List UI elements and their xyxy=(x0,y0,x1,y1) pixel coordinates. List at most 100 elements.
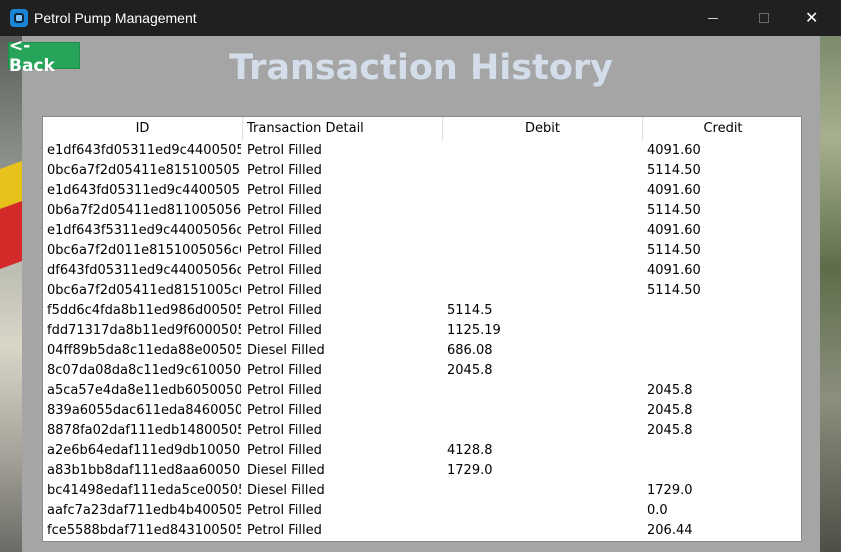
table-row[interactable]: a83b1bb8daf111ed8aa600505 Diesel Filled 17… xyxy=(43,461,801,481)
table-row[interactable]: 0b6a7f2d05411ed811005056c Petrol Filled 51… xyxy=(43,201,801,221)
table-row[interactable]: a5ca57e4da8e11edb60500505 Petrol Filled 20… xyxy=(43,381,801,401)
row-debit-cell: 5114.5 xyxy=(447,303,493,318)
row-debit-cell xyxy=(447,381,641,401)
column-header-id[interactable]: ID xyxy=(43,117,243,141)
row-debit-cell xyxy=(447,521,641,541)
table-row[interactable]: fce5588bdaf711ed843100505 Petrol Filled 20… xyxy=(43,521,801,541)
row-credit-cell xyxy=(647,361,797,381)
column-header-credit[interactable]: Credit xyxy=(643,117,801,141)
row-id-cell: bc41498edaf111eda5ce005056 xyxy=(47,483,241,498)
table-row[interactable]: f5dd6c4fda8b11ed986d005056 Petrol Filled 5… xyxy=(43,301,801,321)
row-detail-cell: Petrol Filled xyxy=(247,203,322,218)
row-debit-cell xyxy=(447,421,641,441)
table-row[interactable]: e1df643f5311ed9c44005056c0 Petrol Filled 4… xyxy=(43,221,801,241)
close-icon: ✕ xyxy=(805,8,819,27)
table-row[interactable]: 8878fa02daf111edb14800505 Petrol Filled 20… xyxy=(43,421,801,441)
maximize-button[interactable] xyxy=(740,0,786,36)
table-row[interactable]: a2e6b64edaf111ed9db100505 Petrol Filled 41… xyxy=(43,441,801,461)
row-debit-cell: 1125.19 xyxy=(447,323,501,338)
row-id-cell: 04ff89b5da8c11eda88e005056 xyxy=(47,343,241,358)
app-icon xyxy=(10,9,28,27)
row-debit-cell xyxy=(447,241,641,261)
row-credit-cell xyxy=(647,441,797,461)
row-detail-cell: Petrol Filled xyxy=(247,363,322,378)
row-credit-cell: 5114.50 xyxy=(647,243,701,258)
table-body: e1df643fd05311ed9c44005056 Petrol Filled 4… xyxy=(43,141,801,541)
row-detail-cell: Petrol Filled xyxy=(247,423,322,438)
table-row[interactable]: 0bc6a7f2d05411ed8151005c0 Petrol Filled 51… xyxy=(43,281,801,301)
row-credit-cell: 206.44 xyxy=(647,523,693,538)
row-debit-cell: 2045.8 xyxy=(447,363,493,378)
table-row[interactable]: df643fd05311ed9c44005056c0 Petrol Filled 4… xyxy=(43,261,801,281)
table-row[interactable]: 04ff89b5da8c11eda88e005056 Diesel Filled 6… xyxy=(43,341,801,361)
row-id-cell: fdd71317da8b11ed9f6000505 xyxy=(47,323,241,338)
title-bar: Petrol Pump Management ✕ xyxy=(0,0,841,36)
table-row[interactable]: bc41498edaf111eda5ce005056 Diesel Filled 1… xyxy=(43,481,801,501)
row-detail-cell: Diesel Filled xyxy=(247,483,325,498)
column-header-debit[interactable]: Debit xyxy=(443,117,643,141)
row-credit-cell: 2045.8 xyxy=(647,423,693,438)
row-id-cell: 0b6a7f2d05411ed811005056c xyxy=(47,203,241,218)
row-id-cell: df643fd05311ed9c44005056c0 xyxy=(47,263,241,278)
row-id-cell: 0bc6a7f2d05411ed8151005c0 xyxy=(47,283,241,298)
background-image-left xyxy=(0,36,22,552)
row-detail-cell: Diesel Filled xyxy=(247,463,325,478)
row-debit-cell xyxy=(447,481,641,501)
row-debit-cell xyxy=(447,201,641,221)
row-detail-cell: Petrol Filled xyxy=(247,323,322,338)
row-debit-cell xyxy=(447,221,641,241)
row-id-cell: f5dd6c4fda8b11ed986d005056 xyxy=(47,303,241,318)
row-credit-cell xyxy=(647,461,797,481)
row-debit-cell: 4128.8 xyxy=(447,443,493,458)
row-detail-cell: Petrol Filled xyxy=(247,183,322,198)
table-row[interactable]: fdd71317da8b11ed9f6000505 Petrol Filled 11… xyxy=(43,321,801,341)
page-title: Transaction History xyxy=(229,48,613,88)
row-id-cell: 0bc6a7f2d05411e8151005056 xyxy=(47,163,241,178)
row-id-cell: e1d643fd05311ed9c44005056 xyxy=(47,183,241,198)
table-row[interactable]: aafc7a23daf711edb4b4005056 Petrol Filled 0… xyxy=(43,501,801,521)
column-header-detail[interactable]: Transaction Detail xyxy=(243,117,443,141)
row-debit-cell: 1729.0 xyxy=(447,463,493,478)
table-row[interactable]: e1d643fd05311ed9c44005056 Petrol Filled 40… xyxy=(43,181,801,201)
table-row[interactable]: 839a6055dac611eda84600505 Petrol Filled 20… xyxy=(43,401,801,421)
close-button[interactable]: ✕ xyxy=(788,0,834,36)
row-detail-cell: Petrol Filled xyxy=(247,283,322,298)
row-credit-cell: 2045.8 xyxy=(647,403,693,418)
row-debit-cell xyxy=(447,401,641,421)
row-debit-cell: 686.08 xyxy=(447,343,493,358)
row-detail-cell: Petrol Filled xyxy=(247,443,322,458)
table-row[interactable]: 8c07da08da8c11ed9c6100505 Petrol Filled 20… xyxy=(43,361,801,381)
table-row[interactable]: 0bc6a7f2d011e8151005056c0 Petrol Filled 51… xyxy=(43,241,801,261)
row-detail-cell: Petrol Filled xyxy=(247,523,322,538)
minimize-button[interactable] xyxy=(690,0,736,36)
row-id-cell: a5ca57e4da8e11edb60500505 xyxy=(47,383,241,398)
row-credit-cell: 0.0 xyxy=(647,503,668,518)
transaction-table: ID Transaction Detail Debit Credit e1df6… xyxy=(42,116,802,542)
row-id-cell: 0bc6a7f2d011e8151005056c0 xyxy=(47,243,241,258)
row-detail-cell: Petrol Filled xyxy=(247,263,322,278)
row-detail-cell: Petrol Filled xyxy=(247,303,322,318)
window-title: Petrol Pump Management xyxy=(34,10,197,26)
row-credit-cell: 5114.50 xyxy=(647,283,701,298)
row-credit-cell xyxy=(647,341,797,361)
row-credit-cell: 4091.60 xyxy=(647,143,701,158)
row-detail-cell: Petrol Filled xyxy=(247,223,322,238)
row-credit-cell: 4091.60 xyxy=(647,263,701,278)
row-credit-cell: 4091.60 xyxy=(647,223,701,238)
background-stripe-red xyxy=(0,200,22,270)
row-id-cell: fce5588bdaf711ed843100505 xyxy=(47,523,241,538)
row-credit-cell xyxy=(647,301,797,321)
row-debit-cell xyxy=(447,181,641,201)
table-header: ID Transaction Detail Debit Credit xyxy=(43,117,801,141)
row-detail-cell: Diesel Filled xyxy=(247,343,325,358)
row-id-cell: e1df643f5311ed9c44005056c0 xyxy=(47,223,241,238)
table-row[interactable]: e1df643fd05311ed9c44005056 Petrol Filled 4… xyxy=(43,141,801,161)
row-id-cell: 8878fa02daf111edb14800505 xyxy=(47,423,241,438)
row-id-cell: 839a6055dac611eda84600505 xyxy=(47,403,241,418)
row-detail-cell: Petrol Filled xyxy=(247,503,322,518)
row-debit-cell xyxy=(447,281,641,301)
row-credit-cell: 1729.0 xyxy=(647,483,693,498)
table-row[interactable]: 0bc6a7f2d05411e8151005056 Petrol Filled 51… xyxy=(43,161,801,181)
row-detail-cell: Petrol Filled xyxy=(247,243,322,258)
row-detail-cell: Petrol Filled xyxy=(247,383,322,398)
